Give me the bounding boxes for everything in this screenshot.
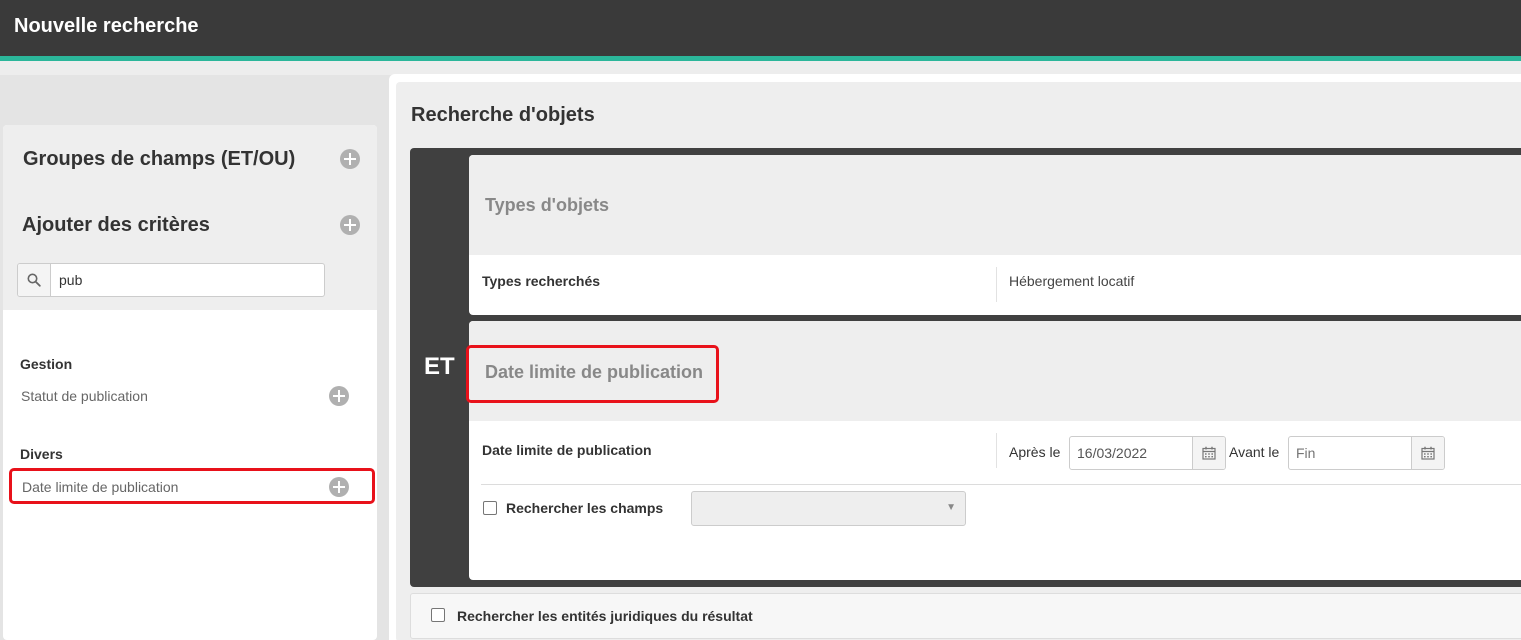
- after-label: Après le: [1009, 444, 1061, 460]
- column-divider: [996, 433, 997, 468]
- search-fields-checkbox[interactable]: [483, 501, 497, 515]
- search-icon: [18, 264, 51, 296]
- criteria-heading: Ajouter des critères: [22, 214, 210, 236]
- after-date-input[interactable]: [1070, 437, 1193, 469]
- section-title-divers: Divers: [20, 446, 63, 462]
- section-title-gestion: Gestion: [20, 356, 73, 372]
- card-header: Types d'objets: [469, 155, 1521, 255]
- legal-entities-label: Rechercher les entités juridiques du rés…: [457, 608, 753, 624]
- add-criteria-item-plus-icon[interactable]: [329, 386, 349, 406]
- column-divider: [996, 267, 997, 302]
- card-title: Types d'objets: [485, 195, 609, 215]
- header-spacer: [0, 61, 1521, 75]
- criteria-item-date-limite-publication[interactable]: Date limite de publication: [9, 468, 375, 504]
- criteria-search: [17, 263, 325, 297]
- legal-entities-checkbox[interactable]: [431, 608, 445, 622]
- search-title: Recherche d'objets: [411, 104, 595, 126]
- search-fields-select[interactable]: ▼: [691, 491, 966, 526]
- before-date-picker: [1288, 436, 1445, 470]
- add-group-plus-icon[interactable]: [340, 149, 360, 169]
- date-limite-field-label: Date limite de publication: [482, 442, 652, 458]
- criteria-item-label: Statut de publication: [21, 388, 148, 404]
- chevron-down-icon: ▼: [946, 502, 956, 513]
- criteria-card-types-objets: Types d'objets Types recherchés Hébergem…: [469, 155, 1521, 315]
- groups-heading: Groupes de champs (ET/OU): [23, 148, 296, 170]
- after-date-picker: [1069, 436, 1226, 470]
- criteria-item-label: Date limite de publication: [22, 479, 179, 495]
- types-recherches-label: Types recherchés: [482, 273, 601, 289]
- card-title: Date limite de publication: [485, 362, 704, 382]
- add-criteria-item-plus-icon[interactable]: [329, 477, 349, 497]
- row-divider: [481, 484, 1521, 485]
- before-label: Avant le: [1229, 444, 1280, 460]
- sidebar-top-section: Groupes de champs (ET/OU) Ajouter des cr…: [3, 125, 377, 310]
- legal-entities-bar: Rechercher les entités juridiques du rés…: [410, 593, 1521, 639]
- criteria-sidebar: Groupes de champs (ET/OU) Ajouter des cr…: [3, 125, 377, 640]
- search-fields-label: Rechercher les champs: [506, 500, 664, 516]
- calendar-icon[interactable]: [1411, 437, 1444, 469]
- types-recherches-value: Hébergement locatif: [1009, 273, 1135, 289]
- date-limite-title-highlight: Date limite de publication: [466, 345, 719, 403]
- operator-label: ET: [424, 353, 455, 380]
- criteria-item-statut-publication[interactable]: Statut de publication: [9, 378, 375, 414]
- calendar-icon[interactable]: [1192, 437, 1225, 469]
- before-date-input[interactable]: [1289, 437, 1412, 469]
- page-title: Nouvelle recherche: [14, 15, 199, 37]
- add-criteria-plus-icon[interactable]: [340, 215, 360, 235]
- criteria-search-input[interactable]: [51, 264, 324, 296]
- app-header: Nouvelle recherche: [0, 0, 1521, 56]
